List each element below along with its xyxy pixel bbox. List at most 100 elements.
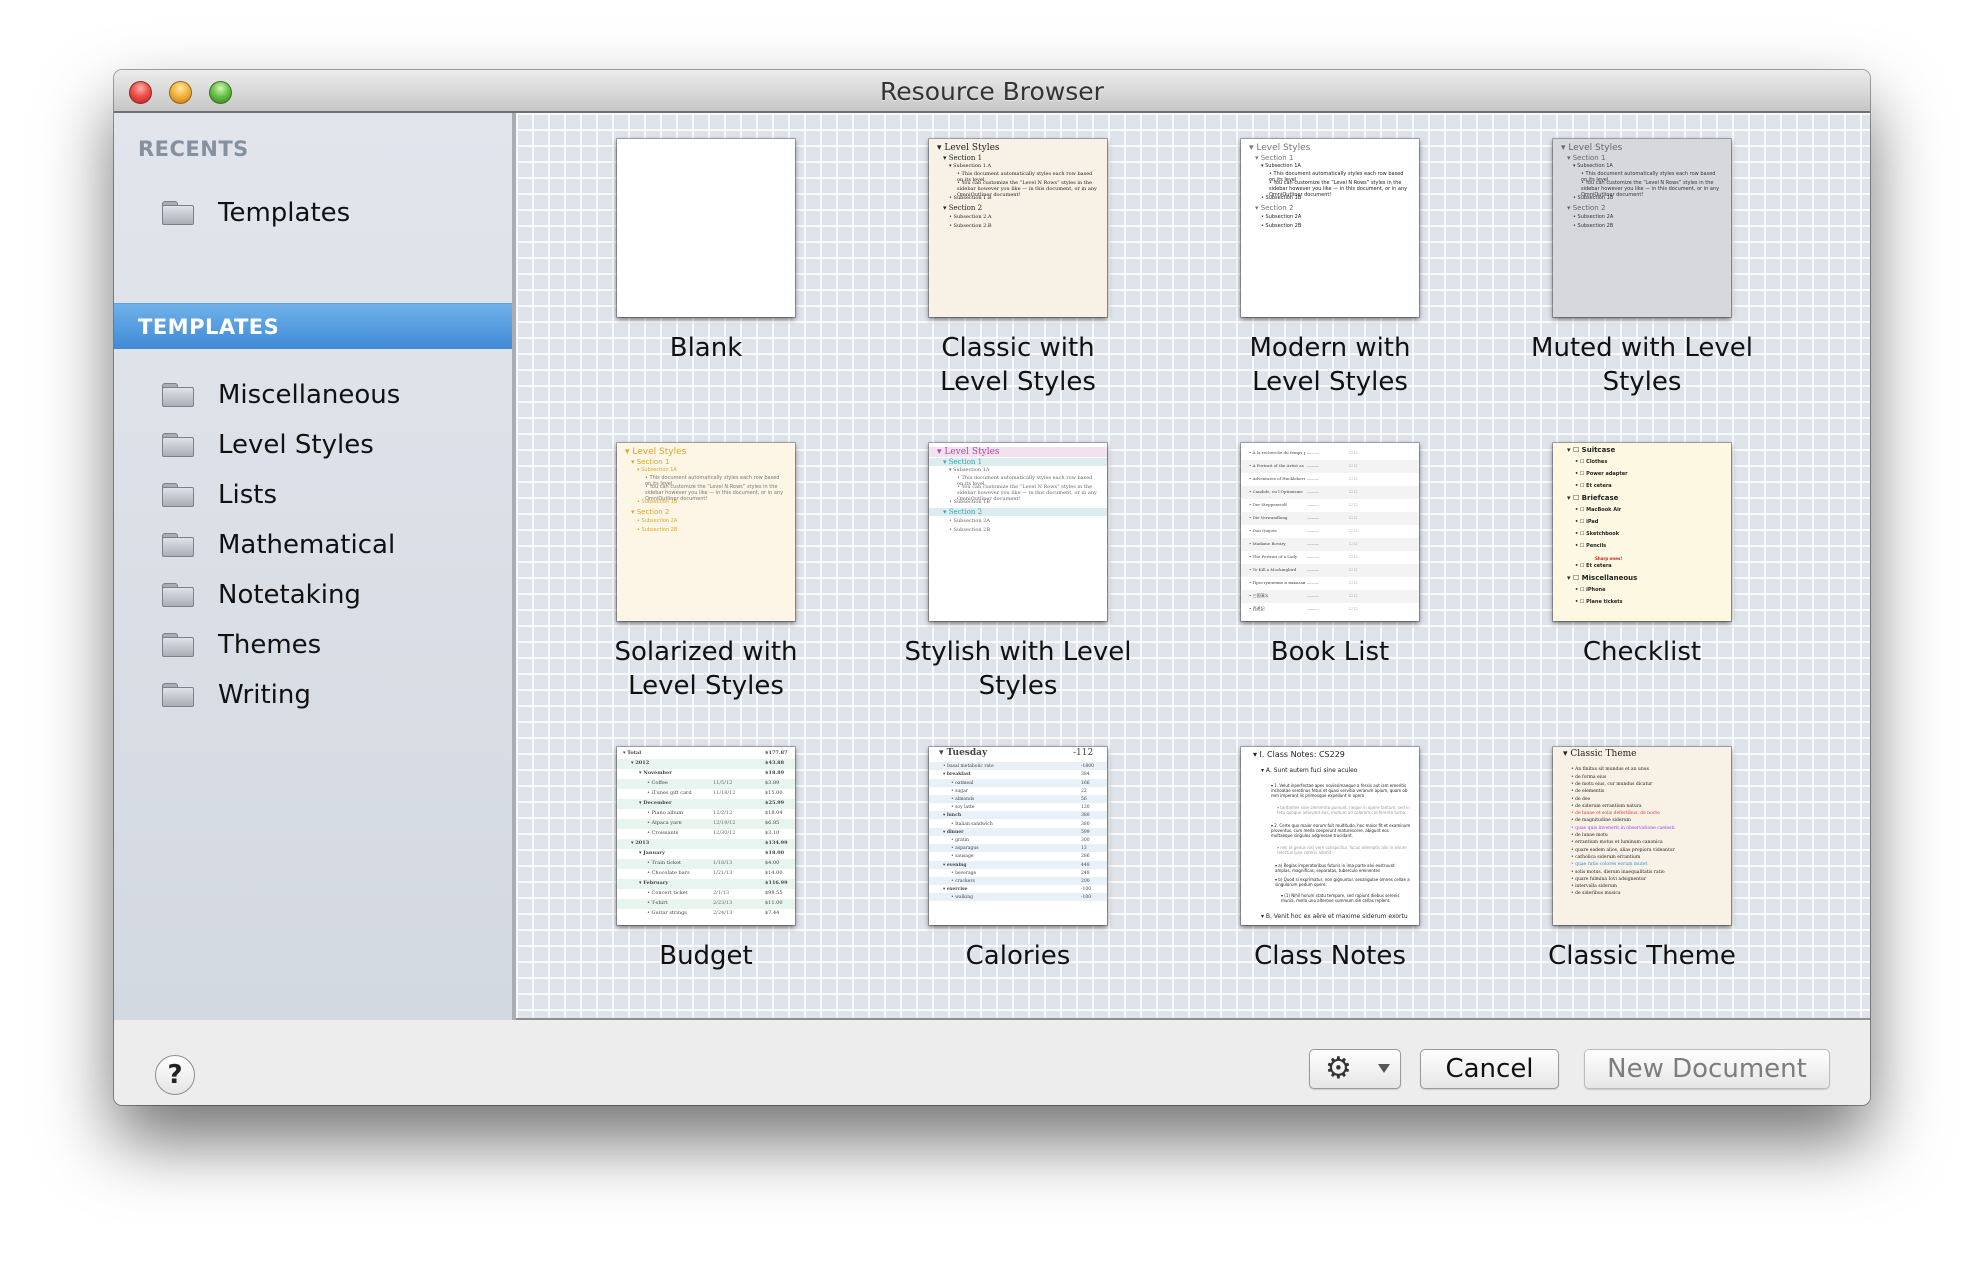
title-bar[interactable]: Resource Browser xyxy=(114,70,1870,113)
sidebar-item-label: Templates xyxy=(218,198,351,228)
sidebar-item-label: Notetaking xyxy=(218,580,361,610)
preview-line: 599 xyxy=(1081,829,1090,835)
preview-line: • errantium motus et luminum canonica xyxy=(1571,840,1663,846)
preview-line: ▾ lunch xyxy=(943,813,962,819)
preview-line: ▾ a) Regias imperatoribus futuris in ima… xyxy=(1275,863,1395,873)
sidebar-item-themes[interactable]: Themes xyxy=(162,625,321,665)
preview-line: ☐ ☐ xyxy=(1349,580,1358,585)
template-thumbnail[interactable]: ▾ Level Styles ▾ Section 1 ▾ Subsection 1A… xyxy=(929,443,1107,621)
cancel-button[interactable]: Cancel xyxy=(1420,1049,1559,1089)
template-stylish-with-level-styles[interactable]: ▾ Level Styles ▾ Section 1 ▾ Subsection 1A… xyxy=(862,443,1174,703)
preview-line: ▾ Section 2 xyxy=(631,508,670,516)
preview-line: $18.00 xyxy=(765,850,785,856)
preview-line: • Subsection 2B xyxy=(1261,223,1302,229)
preview-line: • de siderum errantium natura xyxy=(1571,803,1642,809)
folder-icon xyxy=(162,533,194,557)
template-book-list[interactable]: • À la recherche du temps perdu———☐ ☐• A… xyxy=(1174,443,1486,669)
preview-line: • de lunae motu xyxy=(1571,833,1608,838)
preview-line: • soy latte xyxy=(951,805,975,811)
preview-line: 200 xyxy=(1081,879,1090,884)
preview-line: ▾ I. Class Notes: CS229 xyxy=(1253,750,1345,759)
templates-header[interactable]: TEMPLATES xyxy=(114,303,512,349)
preview-line: $18.89 xyxy=(765,770,785,776)
action-menu-button[interactable]: ⚙ xyxy=(1309,1049,1401,1089)
preview-line: ▾ December xyxy=(639,800,672,806)
preview-line: 56 xyxy=(1081,797,1087,802)
preview-line: ▾ b) Quod si exprimatur, non gignuntur. … xyxy=(1275,877,1410,887)
template-thumbnail[interactable]: ▾ Classic Theme • An finitus sit mundus e… xyxy=(1553,747,1731,925)
sidebar-item-writing[interactable]: Writing xyxy=(162,675,311,715)
template-classic-with-level-styles[interactable]: ▾ Level Styles ▾ Section 1 ▾ Subsection 1.… xyxy=(862,139,1174,399)
template-solarized-with-level-styles[interactable]: ▾ Level Styles ▾ Section 1 ▾ Subsection 1A… xyxy=(550,443,862,703)
preview-line: ▾ dinner xyxy=(943,829,964,835)
preview-line: ▾ Subsection 1A xyxy=(637,467,677,473)
template-thumbnail[interactable]: • À la recherche du temps perdu———☐ ☐• A… xyxy=(1241,443,1419,621)
template-class-notes[interactable]: ▾ I. Class Notes: CS229 ▾ A. Sunt autem f… xyxy=(1174,747,1486,973)
template-thumbnail[interactable]: ▾ Total $177.87 ▾ 2012 $43.88 ▾ November $18.… xyxy=(617,747,795,925)
preview-line: ☐ ☐ xyxy=(1349,593,1358,598)
preview-line: ☐ ☐ xyxy=(1349,489,1358,494)
template-thumbnail[interactable]: ▾ I. Class Notes: CS229 ▾ A. Sunt autem f… xyxy=(1241,747,1419,925)
template-thumbnail[interactable]: ▾ Tuesday -112 • basal metabolic rate -1800… xyxy=(929,747,1107,925)
preview-line: ▾ Level Styles xyxy=(1561,143,1623,153)
preview-line: 22 xyxy=(1081,788,1087,794)
preview-line: 448 xyxy=(1081,862,1090,868)
template-label: Modern with Level Styles xyxy=(1249,333,1411,397)
template-thumbnail[interactable]: ▾ Level Styles ▾ Section 1 ▾ Subsection 1A… xyxy=(1241,139,1419,317)
help-button[interactable]: ? xyxy=(155,1055,195,1095)
template-muted-with-level-styles[interactable]: ▾ Level Styles ▾ Section 1 ▾ Subsection 1A… xyxy=(1486,139,1798,399)
preview-line: ▾ Total xyxy=(623,750,642,756)
template-thumbnail[interactable] xyxy=(617,139,795,317)
preview-line: • ☐ Et cetera xyxy=(1575,483,1612,489)
preview-line: • Italian sandwich xyxy=(951,821,993,827)
preview-line: ▾ Subsection 1.A xyxy=(949,163,992,169)
template-thumbnail[interactable]: ▾ Level Styles ▾ Section 1 ▾ Subsection 1.… xyxy=(929,139,1107,317)
template-modern-with-level-styles[interactable]: ▾ Level Styles ▾ Section 1 ▾ Subsection 1A… xyxy=(1174,139,1486,399)
folder-icon xyxy=(162,633,194,657)
preview-line: • Subsection 2.A xyxy=(949,214,992,220)
preview-line: • Adventures of Huckleberry Finn xyxy=(1249,476,1305,481)
preview-line: ▾ Section 1 xyxy=(929,458,1107,466)
template-thumbnail[interactable]: ▾ Level Styles ▾ Section 1 ▾ Subsection 1A… xyxy=(1553,139,1731,317)
preview-line: ——— xyxy=(1307,528,1319,533)
preview-line: ▾ Level Styles xyxy=(1249,143,1311,153)
template-blank[interactable]: Blank xyxy=(550,139,862,365)
preview-line: ▾ February xyxy=(639,880,669,886)
template-checklist[interactable]: ▾ ☐ Suitcase • ☐ Clothes • ☐ Power adapter… xyxy=(1486,443,1798,669)
sidebar-item-notetaking[interactable]: Notetaking xyxy=(162,575,361,615)
preview-line: • Der Steppenwolf xyxy=(1249,502,1287,507)
preview-line: $18.04 xyxy=(765,810,783,816)
template-label: Classic with Level Styles xyxy=(940,333,1096,397)
preview-line: ▾ Level Styles xyxy=(929,447,1107,457)
template-thumbnail[interactable]: ▾ ☐ Suitcase • ☐ Clothes • ☐ Power adapter… xyxy=(1553,443,1731,621)
sidebar-item-level-styles[interactable]: Level Styles xyxy=(162,425,374,465)
preview-line: • intervalla siderum xyxy=(1571,884,1617,890)
preview-line: ☐ ☐ xyxy=(1349,502,1358,507)
template-calories[interactable]: ▾ Tuesday -112 • basal metabolic rate -1800… xyxy=(862,747,1174,973)
template-budget[interactable]: ▾ Total $177.87 ▾ 2012 $43.88 ▾ November $18.… xyxy=(550,747,862,973)
preview-line: ▾ nec id genus nisi vere conspicitur. fu… xyxy=(1277,845,1407,855)
sidebar-item-miscellaneous[interactable]: Miscellaneous xyxy=(162,375,400,415)
template-label: Checklist xyxy=(1582,637,1702,667)
preview-line: • ☐ Sketchbook xyxy=(1575,531,1620,537)
sidebar-item-lists[interactable]: Lists xyxy=(162,475,277,515)
preview-line: • quare eadem alios, alias propiora vide… xyxy=(1571,847,1675,853)
chevron-down-icon xyxy=(1378,1064,1390,1073)
new-document-button[interactable]: New Document xyxy=(1584,1049,1830,1089)
preview-line: $98.55 xyxy=(765,890,783,896)
template-classic-theme[interactable]: ▾ Classic Theme • An finitus sit mundus e… xyxy=(1486,747,1798,973)
preview-line: $134.99 xyxy=(765,840,788,846)
sidebar-item-recent-templates[interactable]: Templates xyxy=(162,193,350,233)
sidebar-item-mathematical[interactable]: Mathematical xyxy=(162,525,395,565)
preview-line: ▾ evening xyxy=(943,862,967,868)
preview-line: • The Portrait of a Lady xyxy=(1249,554,1298,559)
preview-line: • de deo xyxy=(1571,796,1591,802)
preview-line: 12/30/12 xyxy=(713,830,736,836)
preview-line: • de magnitudine siderum xyxy=(1571,818,1631,824)
preview-line: ▾ 2012 xyxy=(631,760,650,766)
preview-line: ▾ (1) Nihil horum statu tempore, sed rap… xyxy=(1281,893,1400,903)
preview-line: • catholica siderum errantium xyxy=(1571,854,1641,860)
preview-line: 12/2/12 xyxy=(713,810,733,816)
preview-line: • 西遊記 xyxy=(1249,606,1265,611)
template-thumbnail[interactable]: ▾ Level Styles ▾ Section 1 ▾ Subsection 1A… xyxy=(617,443,795,621)
